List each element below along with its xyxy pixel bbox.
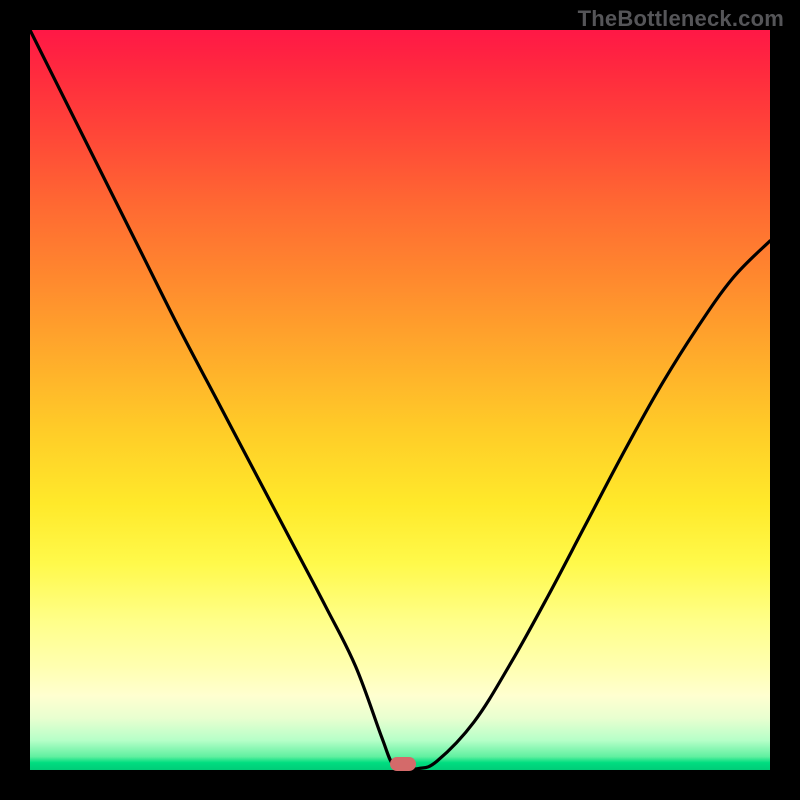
curve-svg xyxy=(30,30,770,770)
bottleneck-curve xyxy=(30,30,770,769)
minimum-marker xyxy=(390,757,416,771)
chart-frame: TheBottleneck.com xyxy=(0,0,800,800)
plot-area xyxy=(30,30,770,770)
watermark-text: TheBottleneck.com xyxy=(578,6,784,32)
